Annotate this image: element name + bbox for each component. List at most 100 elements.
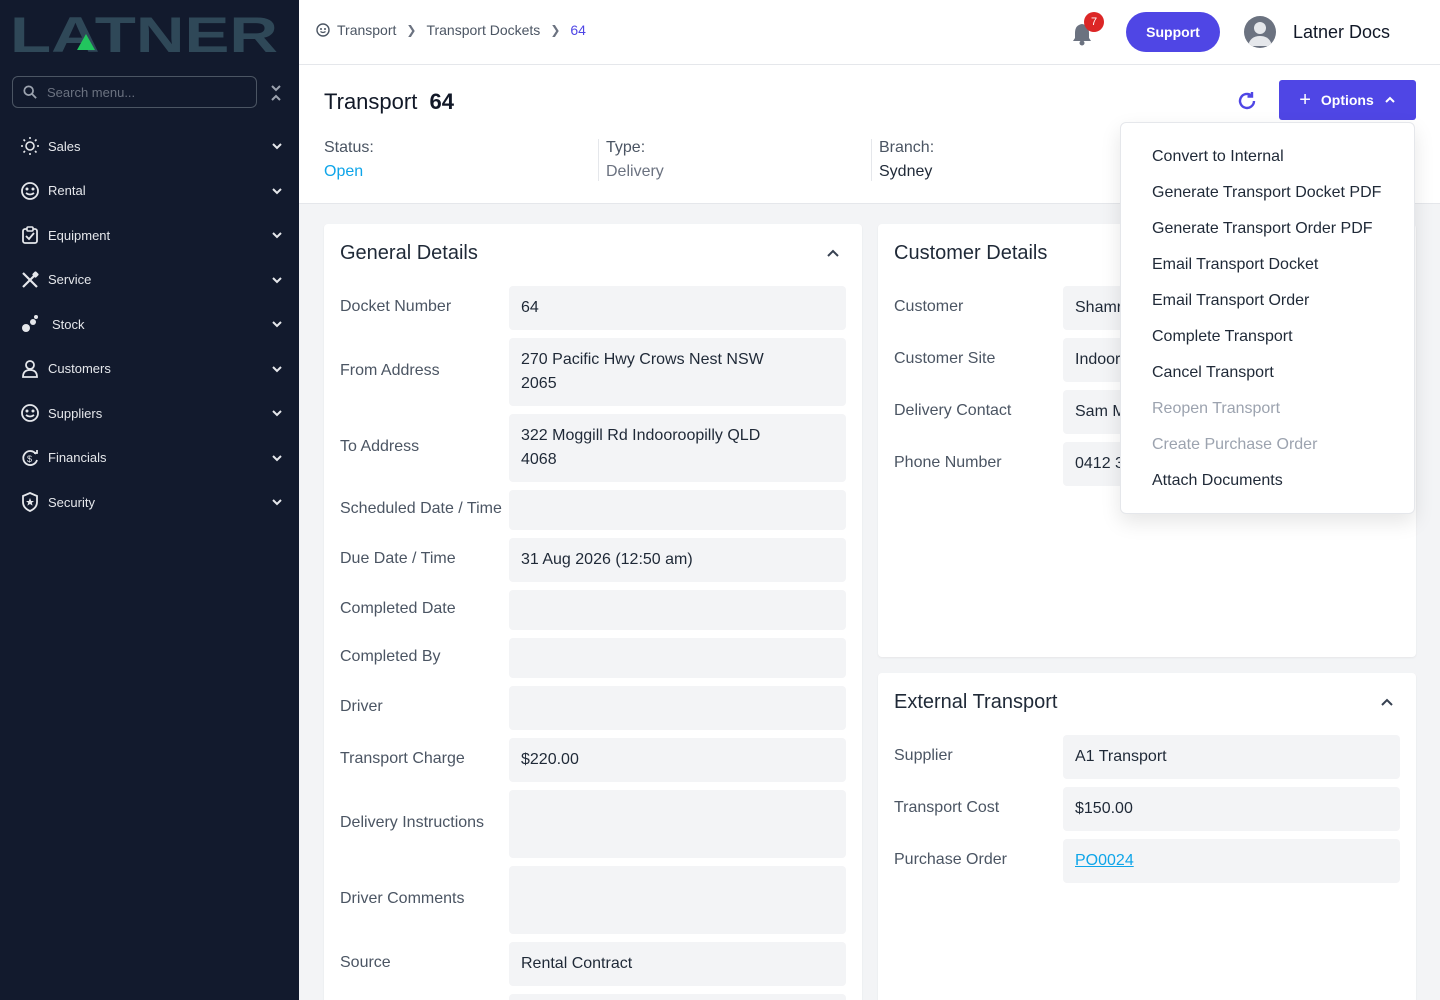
page-title-number: 64 (429, 89, 454, 114)
sidebar-item-label: Customers (48, 361, 111, 377)
chevron-down-icon (272, 366, 282, 373)
user-icon (1248, 22, 1272, 46)
menu-item-email-docket[interactable]: Email Transport Docket (1121, 247, 1414, 283)
field-value: 31 Aug 2026 (12:50 am) (509, 538, 846, 582)
purchase-order-link[interactable]: PO0024 (1075, 852, 1134, 869)
to-address-row: To Address 322 Moggill Rd Indooroopilly … (340, 414, 846, 482)
field-label: Scheduled Date / Time (340, 500, 502, 517)
field-value (509, 490, 846, 530)
due-date-row: Due Date / Time 31 Aug 2026 (12:50 am) (340, 538, 846, 582)
status-badge: Open (324, 163, 364, 180)
status-label: Status: (324, 139, 374, 156)
chevron-down-icon (272, 143, 282, 150)
shield-icon (20, 492, 40, 513)
user-name[interactable]: Latner Docs (1293, 22, 1390, 43)
chevron-up-icon[interactable] (1380, 695, 1394, 709)
field-label: Customer Site (894, 350, 996, 367)
field-label: Completed Date (340, 600, 456, 617)
page-title-text: Transport (324, 89, 418, 114)
breadcrumb-transport-dockets[interactable]: Transport Dockets (426, 22, 540, 38)
purchase-order-row: Purchase Order PO0024 (894, 839, 1400, 883)
docket-number-row: Docket Number 64 (340, 286, 846, 330)
transport-icon (316, 23, 330, 37)
chevron-down-icon (272, 321, 282, 328)
field-label: To Address (340, 438, 420, 455)
field-value: PO0024 (1063, 839, 1400, 883)
menu-item-complete-transport[interactable]: Complete Transport (1121, 319, 1414, 355)
delivery-instructions-row: Delivery Instructions (340, 790, 846, 858)
field-label: Delivery Instructions (340, 814, 485, 831)
latner-logo[interactable]: LATNER (10, 10, 280, 54)
options-button[interactable]: + Options (1279, 80, 1416, 120)
field-value: A1 Transport (1063, 735, 1400, 779)
transport-charge-row: Transport Charge $220.00 (340, 738, 846, 782)
menu-item-attach-documents[interactable]: Attach Documents (1121, 463, 1414, 499)
field-value (509, 790, 846, 858)
type-value: Delivery (606, 163, 664, 180)
driver-comments-row: Driver Comments (340, 866, 846, 934)
from-address-row: From Address 270 Pacific Hwy Crows Nest … (340, 338, 846, 406)
menu-item-email-order[interactable]: Email Transport Order (1121, 283, 1414, 319)
refresh-icon[interactable] (1236, 90, 1258, 112)
menu-item-cancel-transport[interactable]: Cancel Transport (1121, 355, 1414, 391)
breadcrumb-transport[interactable]: Transport (337, 22, 396, 38)
plus-icon: + (1299, 88, 1311, 111)
menu-item-convert-to-internal[interactable]: Convert to Internal (1121, 139, 1414, 175)
menu-search[interactable] (12, 76, 257, 108)
card-title: External Transport (894, 691, 1058, 713)
sidebar: LATNER Sales Rental Equipment Service (0, 0, 299, 1000)
sidebar-item-financials[interactable]: $ Financials (0, 436, 299, 481)
completed-date-row: Completed Date (340, 590, 846, 630)
branch-label: Branch: (879, 139, 935, 156)
driver-row: Driver (340, 686, 846, 730)
collapse-sidebar-icon[interactable] (268, 82, 284, 104)
sidebar-item-label: Financials (48, 450, 107, 466)
field-label: Docket Number (340, 298, 452, 315)
field-value (509, 638, 846, 678)
breadcrumb-current: 64 (570, 22, 586, 38)
chevron-right-icon: ❯ (406, 23, 417, 37)
menu-item-generate-order-pdf[interactable]: Generate Transport Order PDF (1121, 211, 1414, 247)
sidebar-item-customers[interactable]: Customers (0, 347, 299, 392)
options-button-label: Options (1320, 92, 1374, 108)
branch-field: Branch: Sydney (871, 139, 934, 181)
field-label: Supplier (894, 747, 953, 764)
scheduled-date-row: Scheduled Date / Time (340, 490, 846, 530)
field-value: Rental Contract (509, 942, 846, 986)
support-button[interactable]: Support (1126, 12, 1220, 52)
sidebar-item-label: Suppliers (48, 405, 103, 421)
sidebar-item-service[interactable]: Service (0, 258, 299, 303)
chevron-down-icon (272, 410, 282, 417)
type-field: Type: Delivery (598, 139, 664, 181)
chevron-down-icon (272, 455, 282, 462)
field-label: Transport Cost (894, 799, 1000, 816)
sidebar-item-label: Service (48, 272, 92, 288)
field-label: Transport Charge (340, 750, 465, 767)
page-title: Transport 64 (324, 89, 454, 115)
field-label: Source (340, 954, 391, 971)
sidebar-item-label: Sales (48, 138, 81, 154)
chevron-up-icon[interactable] (826, 246, 840, 260)
avatar[interactable] (1244, 16, 1276, 48)
supplier-row: Supplier A1 Transport (894, 735, 1400, 779)
sidebar-item-suppliers[interactable]: Suppliers (0, 391, 299, 436)
menu-item-generate-docket-pdf[interactable]: Generate Transport Docket PDF (1121, 175, 1414, 211)
field-value: $150.00 (1063, 787, 1400, 831)
type-label: Type: (606, 139, 646, 156)
financials-icon: $ (20, 448, 40, 468)
sidebar-item-rental[interactable]: Rental (0, 169, 299, 214)
chevron-down-icon (272, 277, 282, 284)
search-input[interactable] (47, 84, 237, 100)
sidebar-item-sales[interactable]: Sales (0, 124, 299, 169)
external-transport-card: External Transport Supplier A1 Transport… (878, 673, 1416, 1000)
sidebar-item-equipment[interactable]: Equipment (0, 213, 299, 258)
completed-by-row: Completed By (340, 638, 846, 678)
chevron-down-icon (272, 232, 282, 239)
sidebar-item-label: Rental (48, 183, 86, 199)
sidebar-item-label: Stock (52, 316, 85, 332)
search-icon (23, 85, 37, 99)
sidebar-item-stock[interactable]: Stock (0, 302, 299, 347)
sidebar-item-label: Security (48, 494, 95, 510)
top-bar: Transport ❯ Transport Dockets ❯ 64 7 Sup… (299, 0, 1440, 65)
sidebar-item-security[interactable]: Security (0, 480, 299, 525)
